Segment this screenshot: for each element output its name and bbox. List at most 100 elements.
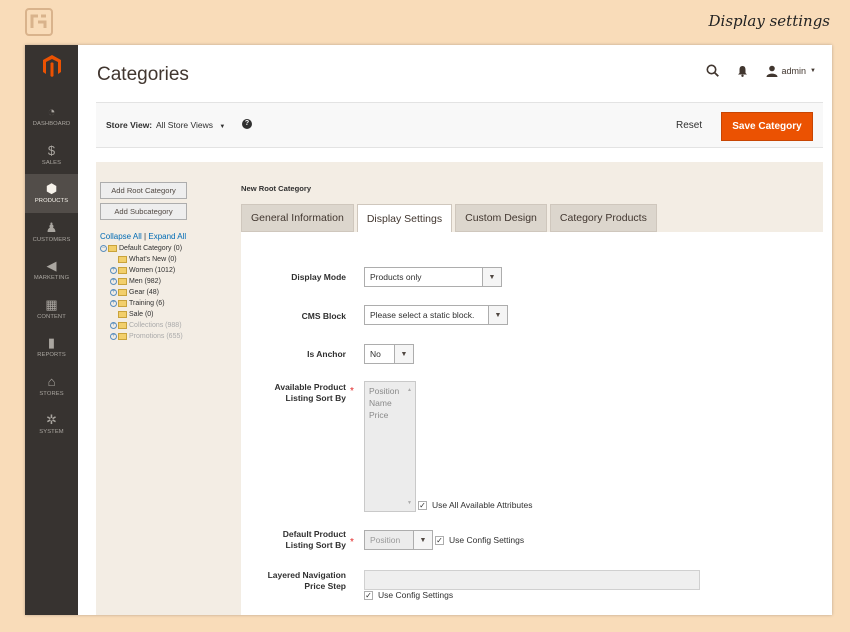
sort-option[interactable]: Position bbox=[369, 385, 411, 397]
tree-node[interactable]: What's New (0) bbox=[100, 254, 183, 265]
main-area: Categories admin ▼ Store View: All Store… bbox=[78, 45, 832, 615]
magento-logo[interactable] bbox=[25, 45, 78, 87]
store-view-bar: Store View: All Store Views ▼ ? Reset Sa… bbox=[96, 102, 823, 148]
default-sort-label-line1: Default Product bbox=[282, 529, 346, 539]
display-mode-value: Products only bbox=[370, 272, 422, 282]
sidebar-item-system[interactable]: ✲ SYSTEM bbox=[25, 405, 78, 444]
tree-node[interactable]: Sale (0) bbox=[100, 309, 183, 320]
expand-all-link[interactable]: Expand All bbox=[148, 232, 186, 241]
save-category-button[interactable]: Save Category bbox=[721, 112, 813, 141]
sort-by-multiselect[interactable]: ▲ ▼ Position Name Price bbox=[364, 381, 416, 512]
tree-node-label: Promotions (655) bbox=[129, 333, 183, 340]
section-title: New Root Category bbox=[241, 184, 312, 193]
sidebar-item-reports[interactable]: ▮ REPORTS bbox=[25, 328, 78, 367]
dashboard-icon: ◔ bbox=[47, 104, 56, 120]
category-form-panel: New Root Category General Information Dis… bbox=[241, 162, 823, 615]
tree-node[interactable]: + Training (6) bbox=[100, 298, 183, 309]
cms-block-select[interactable]: Please select a static block. ▼ bbox=[364, 305, 508, 325]
checkmark-icon: ✓ bbox=[435, 535, 444, 545]
store-view-switcher[interactable]: All Store Views ▼ bbox=[156, 120, 225, 130]
sort-option[interactable]: Name bbox=[369, 397, 411, 409]
folder-icon bbox=[118, 278, 127, 285]
checkmark-icon: ✓ bbox=[418, 500, 427, 510]
sidebar-item-label: PRODUCTS bbox=[34, 198, 69, 205]
tab-custom-design[interactable]: Custom Design bbox=[455, 204, 547, 232]
tree-node[interactable]: + Promotions (655) bbox=[100, 331, 183, 342]
add-subcategory-button[interactable]: Add Subcategory bbox=[100, 203, 187, 220]
price-step-label-line1: Layered Navigation bbox=[267, 570, 346, 580]
add-root-category-button[interactable]: Add Root Category bbox=[100, 182, 187, 199]
tree-node-label: Sale (0) bbox=[129, 311, 154, 318]
default-sort-label: Default Product Listing Sort By bbox=[283, 529, 346, 551]
sidebar-item-dashboard[interactable]: ◔ DASHBOARD bbox=[25, 97, 78, 136]
site-logo bbox=[25, 8, 53, 36]
folder-icon bbox=[118, 300, 127, 307]
bell-icon[interactable] bbox=[737, 65, 748, 77]
sidebar-item-products[interactable]: ⬢ PRODUCTS bbox=[25, 174, 78, 213]
chevron-down-icon: ▼ bbox=[482, 268, 501, 286]
admin-menu[interactable]: admin ▼ bbox=[766, 65, 816, 77]
cms-block-value: Please select a static block. bbox=[370, 310, 475, 320]
link-separator: | bbox=[144, 232, 147, 241]
use-all-attributes-label: Use All Available Attributes bbox=[432, 500, 533, 510]
display-mode-select[interactable]: Products only ▼ bbox=[364, 267, 502, 287]
magento-logo-icon bbox=[42, 55, 61, 77]
store-icon: ⌂ bbox=[47, 373, 56, 389]
sidebar-item-label: DASHBOARD bbox=[32, 121, 71, 128]
expand-icon[interactable]: + bbox=[110, 267, 117, 274]
reset-button[interactable]: Reset bbox=[676, 120, 702, 131]
display-mode-label: Display Mode bbox=[291, 272, 346, 282]
admin-username: admin bbox=[781, 65, 807, 76]
tree-node[interactable]: − Default Category (0) bbox=[100, 243, 183, 254]
sidebar-item-stores[interactable]: ⌂ STORES bbox=[25, 367, 78, 406]
tree-node-label: Collections (988) bbox=[129, 322, 182, 329]
folder-icon bbox=[108, 245, 117, 252]
tree-node-label: Men (982) bbox=[129, 278, 161, 285]
expand-icon[interactable]: + bbox=[110, 333, 117, 340]
sort-by-label: Available Product Listing Sort By bbox=[275, 382, 346, 404]
search-icon[interactable] bbox=[706, 64, 719, 77]
person-icon: ♟ bbox=[45, 219, 58, 235]
page-title: Categories bbox=[97, 64, 189, 85]
sidebar-item-sales[interactable]: $ SALES bbox=[25, 136, 78, 175]
tab-bar: General Information Display Settings Custo… bbox=[241, 204, 657, 233]
content-area: Add Root Category Add Subcategory Collap… bbox=[96, 162, 823, 615]
default-sort-use-config-checkbox[interactable]: ✓ Use Config Settings bbox=[435, 535, 524, 545]
dollar-icon: $ bbox=[47, 142, 56, 158]
sort-by-label-line1: Available Product bbox=[274, 382, 346, 392]
expand-icon[interactable]: + bbox=[110, 322, 117, 329]
expand-icon[interactable]: + bbox=[110, 300, 117, 307]
admin-window: ◔ DASHBOARD $ SALES ⬢ PRODUCTS ♟ CUSTOMERS ◀ MARK… bbox=[25, 45, 832, 615]
collapse-all-link[interactable]: Collapse All bbox=[100, 232, 142, 241]
sidebar-item-label: MARKETING bbox=[33, 275, 70, 282]
tab-category-products[interactable]: Category Products bbox=[549, 204, 657, 232]
use-all-attributes-checkbox[interactable]: ✓ Use All Available Attributes bbox=[418, 500, 533, 510]
sidebar-item-content[interactable]: ▦ CONTENT bbox=[25, 290, 78, 329]
tab-display-settings[interactable]: Display Settings bbox=[356, 204, 453, 233]
tree-node[interactable]: + Collections (988) bbox=[100, 320, 183, 331]
category-tree: − Default Category (0) What's New (0) + Wome… bbox=[100, 243, 183, 342]
sort-by-label-line2: Listing Sort By bbox=[285, 393, 346, 403]
expand-icon[interactable]: + bbox=[110, 289, 117, 296]
price-step-input[interactable] bbox=[364, 570, 700, 590]
sidebar-item-label: SYSTEM bbox=[39, 429, 64, 436]
sidebar-item-marketing[interactable]: ◀ MARKETING bbox=[25, 251, 78, 290]
sort-option[interactable]: Price bbox=[369, 409, 411, 421]
category-tree-panel: Add Root Category Add Subcategory Collap… bbox=[96, 162, 241, 615]
default-sort-select[interactable]: Position ▼ bbox=[364, 530, 433, 550]
default-sort-label-line2: Listing Sort By bbox=[285, 540, 346, 550]
chevron-down-icon: ▼ bbox=[488, 306, 507, 324]
expand-icon[interactable]: + bbox=[110, 278, 117, 285]
collapse-icon[interactable]: − bbox=[100, 245, 107, 252]
help-icon[interactable]: ? bbox=[242, 119, 252, 129]
scroll-up-icon: ▲ bbox=[407, 387, 412, 393]
tab-general-information[interactable]: General Information bbox=[241, 204, 354, 232]
chevron-down-icon: ▼ bbox=[394, 345, 413, 363]
folder-icon bbox=[118, 256, 127, 263]
tree-node[interactable]: + Women (1012) bbox=[100, 265, 183, 276]
is-anchor-select[interactable]: No ▼ bbox=[364, 344, 414, 364]
tree-node[interactable]: + Men (982) bbox=[100, 276, 183, 287]
price-step-use-config-checkbox[interactable]: ✓ Use Config Settings bbox=[364, 590, 453, 600]
sidebar-item-customers[interactable]: ♟ CUSTOMERS bbox=[25, 213, 78, 252]
tree-node[interactable]: + Gear (48) bbox=[100, 287, 183, 298]
